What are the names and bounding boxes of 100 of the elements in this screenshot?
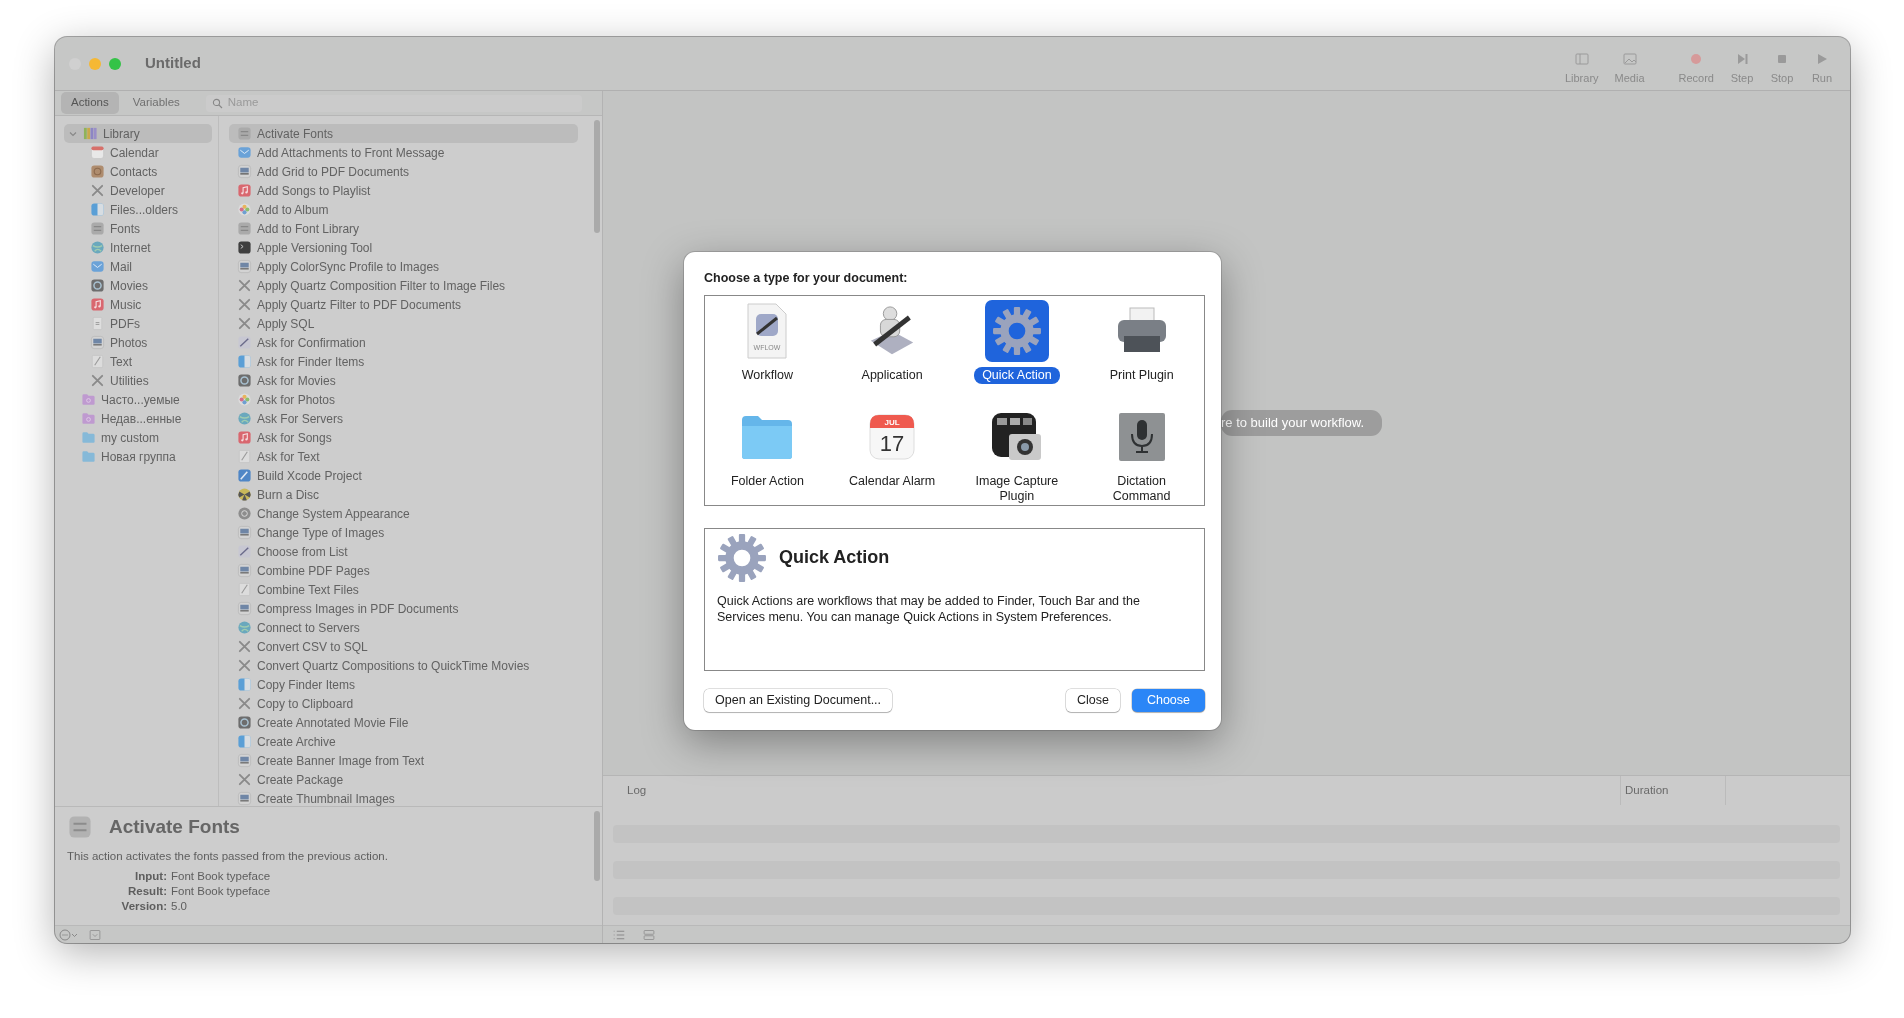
action-item[interactable]: Ask for Confirmation (229, 333, 578, 352)
action-item[interactable]: Create Package (229, 770, 578, 789)
action-item[interactable]: Apply ColorSync Profile to Images (229, 257, 578, 276)
toolbar-button[interactable]: Media (1608, 50, 1651, 86)
split-face-icon (237, 677, 252, 692)
sidebar-item[interactable]: Developer (64, 181, 212, 200)
action-item[interactable]: Ask for Songs (229, 428, 578, 447)
type-tile[interactable] (984, 299, 1049, 362)
scrollbar[interactable] (594, 811, 600, 881)
action-item[interactable]: Copy to Clipboard (229, 694, 578, 713)
microphone-icon (1117, 411, 1166, 462)
action-item[interactable]: Ask for Finder Items (229, 352, 578, 371)
camera-icon (990, 411, 1043, 462)
type-label[interactable]: Application (853, 366, 931, 384)
toolbar-button[interactable]: Stop (1764, 50, 1800, 86)
dialog-prompt: Choose a type for your document: (704, 270, 909, 287)
toolbar-button[interactable]: Run (1804, 50, 1840, 86)
music-note-icon (237, 430, 252, 445)
action-item[interactable]: Apply Quartz Composition Filter to Image Files (229, 276, 578, 295)
scrollbar[interactable] (594, 120, 600, 233)
toggle-circle-icon (237, 506, 252, 521)
sidebar-item[interactable]: Calendar (64, 143, 212, 162)
tab[interactable]: Variables (122, 92, 190, 114)
type-label[interactable]: Workflow (733, 366, 801, 384)
action-item[interactable]: Create Thumbnail Images (229, 789, 578, 806)
sidebar-item[interactable]: Music (64, 295, 212, 314)
choose-button[interactable]: Choose (1131, 688, 1205, 712)
sidebar-item[interactable]: Utilities (64, 371, 212, 390)
address-book-icon (90, 164, 105, 179)
action-item[interactable]: Combine Text Files (229, 580, 578, 599)
type-label[interactable]: Print Plugin (1101, 366, 1182, 384)
split-face-icon (237, 734, 252, 749)
sidebar-item[interactable]: PDFs (64, 314, 212, 333)
sidebar-item[interactable]: Часто...уемые (64, 390, 212, 409)
type-label[interactable]: Quick Action (974, 366, 1060, 384)
sidebar-item[interactable]: Movies (64, 276, 212, 295)
toolbar-button[interactable]: Step (1724, 50, 1760, 86)
type-tile[interactable]: JUL 17 (860, 405, 925, 468)
action-item[interactable]: Create Archive (229, 732, 578, 751)
image-tile-icon (237, 563, 252, 578)
sidebar-item[interactable]: my custom (64, 428, 212, 447)
tab[interactable]: Actions (61, 92, 119, 114)
sidebar-item[interactable]: Недав...енные (64, 409, 212, 428)
sidebar-item[interactable]: Library (64, 124, 212, 143)
action-item[interactable]: Connect to Servers (229, 618, 578, 637)
toolbar-button[interactable]: Library (1558, 50, 1605, 86)
action-item[interactable]: Apply SQL (229, 314, 578, 333)
tray-icon (89, 928, 101, 941)
zoom-button[interactable] (109, 57, 121, 70)
action-item[interactable]: Apple Versioning Tool (229, 238, 578, 257)
sidebar-item[interactable]: Mail (64, 257, 212, 276)
type-label[interactable]: Dictation Command (1081, 472, 1202, 505)
action-item[interactable]: Ask For Servers (229, 409, 578, 428)
action-item[interactable]: Change System Appearance (229, 504, 578, 523)
action-item[interactable]: Copy Finder Items (229, 675, 578, 694)
toolbar-button[interactable]: Record (1672, 50, 1720, 86)
globe-icon (237, 620, 252, 635)
action-item[interactable]: Combine PDF Pages (229, 561, 578, 580)
sidebar-icon (1573, 50, 1590, 67)
sidebar-item[interactable]: Internet (64, 238, 212, 257)
sidebar-item[interactable]: Новая группа (64, 447, 212, 466)
flower-icon (237, 392, 252, 407)
action-item[interactable]: Ask for Text (229, 447, 578, 466)
envelope-icon (90, 259, 105, 274)
sidebar-item[interactable]: Text (64, 352, 212, 371)
type-label[interactable]: Folder Action (722, 472, 812, 490)
action-item[interactable]: Burn a Disc (229, 485, 578, 504)
action-item[interactable]: Ask for Photos (229, 390, 578, 409)
action-item[interactable]: Add Songs to Playlist (229, 181, 578, 200)
text-document-icon (90, 354, 105, 369)
sidebar-item[interactable]: Contacts (64, 162, 212, 181)
action-item[interactable]: Convert CSV to SQL (229, 637, 578, 656)
action-item[interactable]: Activate Fonts (229, 124, 578, 143)
action-item[interactable]: Apply Quartz Filter to PDF Documents (229, 295, 578, 314)
dialog-button[interactable]: Open an Existing Document... (704, 688, 893, 712)
sidebar-item[interactable]: Fonts (64, 219, 212, 238)
action-item[interactable]: Convert Quartz Compositions to QuickTime Movies (229, 656, 578, 675)
column-header: Log (627, 782, 647, 798)
calendar-icon (90, 145, 105, 160)
action-item[interactable]: Change Type of Images (229, 523, 578, 542)
action-item[interactable]: Compress Images in PDF Documents (229, 599, 578, 618)
action-item[interactable]: Add Attachments to Front Message (229, 143, 578, 162)
image-tile-icon (90, 335, 105, 350)
sidebar-item[interactable]: Photos (64, 333, 212, 352)
action-item[interactable]: Create Annotated Movie File (229, 713, 578, 732)
dialog-button[interactable]: Close (1065, 688, 1120, 712)
tools-icon (237, 278, 252, 293)
action-item[interactable]: Choose from List (229, 542, 578, 561)
action-item[interactable]: Add to Album (229, 200, 578, 219)
music-note-icon (237, 183, 252, 198)
action-item[interactable]: Add Grid to PDF Documents (229, 162, 578, 181)
tools-icon (90, 373, 105, 388)
type-label[interactable]: Image Capture Plugin (956, 472, 1077, 505)
action-item[interactable]: Ask for Movies (229, 371, 578, 390)
folder-icon (81, 449, 96, 464)
action-item[interactable]: Create Banner Image from Text (229, 751, 578, 770)
action-item[interactable]: Build Xcode Project (229, 466, 578, 485)
type-label[interactable]: Calendar Alarm (841, 472, 944, 490)
sidebar-item[interactable]: Files...olders (64, 200, 212, 219)
action-item[interactable]: Add to Font Library (229, 219, 578, 238)
